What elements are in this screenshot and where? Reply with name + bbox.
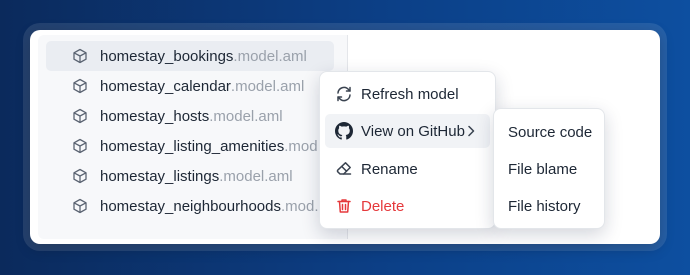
file-extension: .model.aml — [230, 77, 305, 95]
cube-icon — [73, 108, 87, 124]
file-name: homestay_neighbourhoods — [100, 197, 281, 215]
file-item-homestay-listing-amenities[interactable]: homestay_listing_amenities .mod... — [46, 131, 334, 161]
file-item-homestay-listings[interactable]: homestay_listings .model.aml — [46, 161, 334, 191]
file-name: homestay_hosts — [100, 107, 210, 125]
file-extension: .model.aml — [209, 107, 283, 125]
file-history-menu-item[interactable]: File history — [499, 189, 599, 223]
file-name: homestay_listing_amenities — [100, 137, 285, 155]
menu-item-label: View on GitHub — [361, 122, 465, 140]
cube-icon — [73, 48, 87, 64]
cube-icon — [73, 78, 87, 94]
file-name: homestay_calendar — [100, 77, 231, 95]
context-menu: Refresh model View on GitHub Rename Dele… — [319, 71, 496, 229]
github-submenu: Source code File blame File history — [493, 108, 605, 229]
file-name: homestay_listings — [100, 167, 220, 185]
cube-icon — [73, 138, 87, 154]
rename-menu-item[interactable]: Rename — [325, 152, 490, 186]
refresh-icon — [337, 86, 351, 102]
file-tree: homestay_bookings .model.aml homestay_cal… — [38, 35, 348, 239]
file-item-homestay-bookings[interactable]: homestay_bookings .model.aml — [46, 41, 334, 71]
file-blame-menu-item[interactable]: File blame — [499, 152, 599, 186]
file-item-homestay-hosts[interactable]: homestay_hosts .model.aml — [46, 101, 334, 131]
view-on-github-menu-item[interactable]: View on GitHub — [325, 114, 490, 148]
cube-icon — [73, 168, 87, 184]
file-extension: .model.aml — [219, 167, 293, 185]
trash-icon — [337, 199, 351, 213]
file-item-homestay-neighbourhoods[interactable]: homestay_neighbourhoods .mod... — [46, 191, 334, 221]
menu-item-label: Delete — [361, 197, 405, 215]
refresh-model-menu-item[interactable]: Refresh model — [325, 77, 490, 111]
file-item-homestay-calendar[interactable]: homestay_calendar .model.aml — [46, 71, 334, 101]
cube-icon — [73, 198, 87, 214]
source-code-menu-item[interactable]: Source code — [499, 115, 599, 149]
github-icon — [335, 122, 353, 140]
file-name: homestay_bookings — [100, 47, 234, 65]
eraser-icon — [336, 162, 352, 175]
delete-menu-item[interactable]: Delete — [325, 189, 490, 223]
menu-item-label: Refresh model — [361, 85, 459, 103]
file-extension: .model.aml — [233, 47, 307, 65]
menu-item-label: Rename — [361, 160, 418, 178]
chevron-right-icon — [468, 125, 475, 137]
